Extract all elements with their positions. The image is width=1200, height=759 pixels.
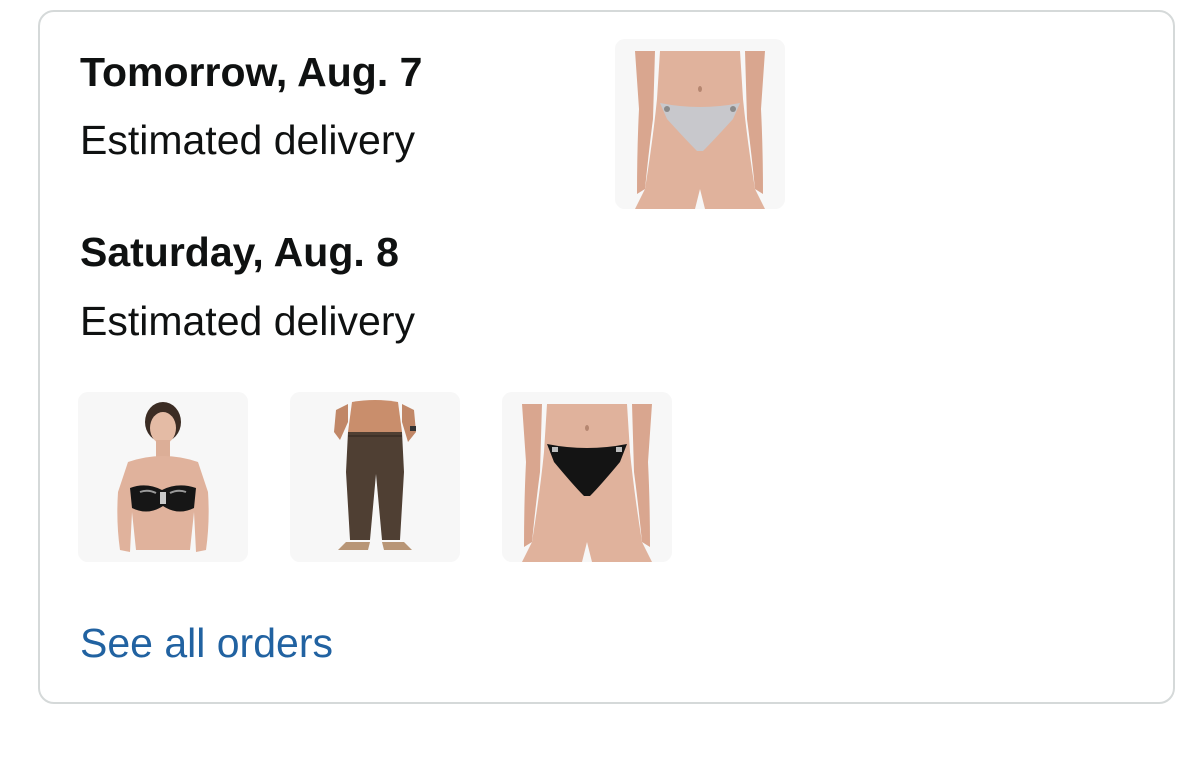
delivery-label-1: Estimated delivery — [80, 117, 415, 163]
orders-card: Tomorrow, Aug. 7 Estimated delivery Satu… — [38, 10, 1175, 704]
product-image-grey-bikini-bottom — [615, 39, 785, 209]
delivery-label-2: Estimated delivery — [80, 298, 415, 344]
product-image-black-bandeau-top — [78, 392, 248, 562]
product-thumbnail-black-bikini-bottom[interactable] — [502, 392, 672, 562]
delivery-date-2: Saturday, Aug. 8 — [80, 229, 399, 275]
product-thumbnail-grey-bikini-bottom[interactable] — [615, 39, 785, 209]
delivery-date-1: Tomorrow, Aug. 7 — [80, 49, 423, 95]
product-image-brown-pants — [290, 392, 460, 562]
product-thumbnail-brown-pants[interactable] — [290, 392, 460, 562]
product-thumbnail-black-bandeau-top[interactable] — [78, 392, 248, 562]
product-image-black-bikini-bottom — [502, 392, 672, 562]
see-all-orders-link[interactable]: See all orders — [80, 623, 333, 664]
